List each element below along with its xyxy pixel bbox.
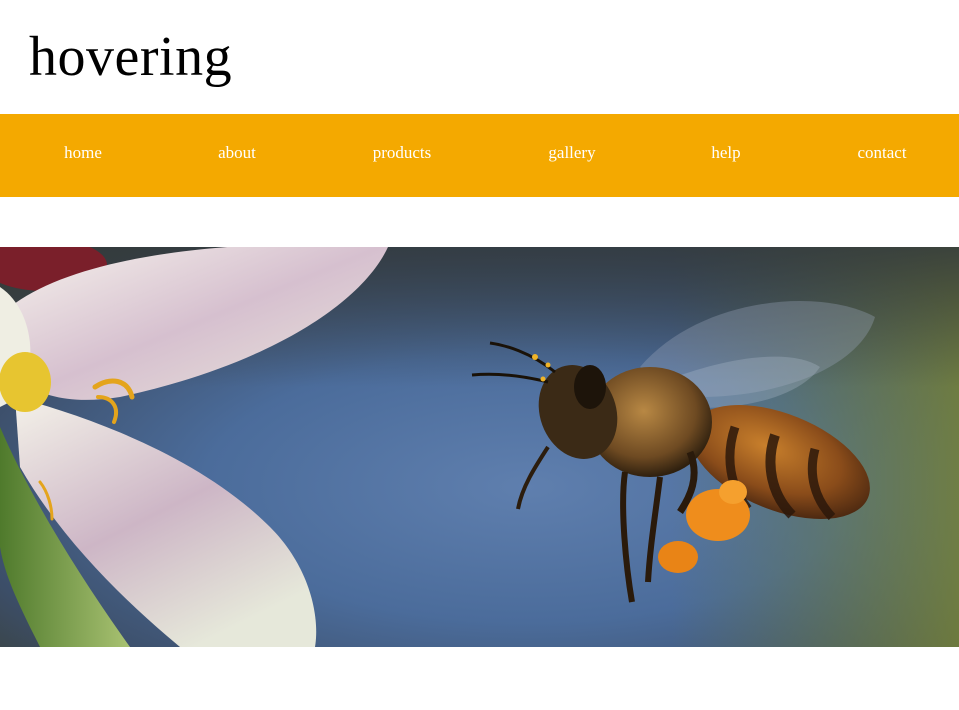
- nav-link-home[interactable]: home: [64, 114, 102, 197]
- bee-and-flower-photo: [0, 247, 959, 647]
- nav-link-about[interactable]: about: [218, 114, 256, 197]
- nav-link-gallery[interactable]: gallery: [548, 114, 595, 197]
- nav-link-products[interactable]: products: [373, 114, 432, 197]
- nav-link-help[interactable]: help: [711, 114, 740, 197]
- nav-link-contact[interactable]: contact: [857, 114, 906, 197]
- site-title: hovering: [29, 26, 233, 88]
- hero-image: [0, 247, 959, 647]
- main-navigation: home about products gallery help contact: [0, 114, 959, 197]
